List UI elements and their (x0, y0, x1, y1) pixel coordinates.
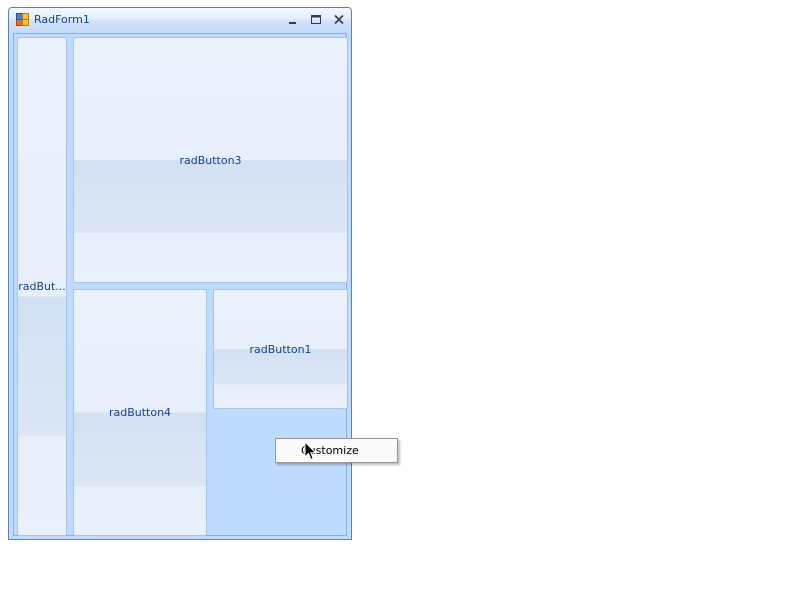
title-bar[interactable]: RadForm1 (9, 8, 351, 31)
rad-button-1[interactable]: radButton1 (213, 289, 348, 409)
rad-button-2[interactable]: radBut... (17, 37, 67, 536)
rad-button-1-label: radButton1 (249, 342, 312, 356)
rad-button-2-label: radBut... (18, 280, 66, 293)
maximize-button[interactable] (308, 12, 324, 26)
menu-item-customize[interactable]: Customize (279, 442, 394, 459)
minimize-button[interactable] (285, 12, 301, 26)
app-icon (16, 13, 29, 26)
rad-button-3[interactable]: radButton3 (73, 37, 348, 283)
maximize-icon (311, 15, 321, 24)
window-title: RadForm1 (34, 13, 90, 26)
rad-button-4[interactable]: radButton4 (73, 289, 207, 536)
minimize-icon (289, 22, 296, 24)
context-menu: Customize (275, 438, 398, 463)
close-button[interactable] (331, 12, 347, 26)
rad-button-4-label: radButton4 (108, 406, 172, 419)
close-icon (334, 14, 344, 25)
arrow-cursor-icon (304, 441, 317, 461)
rad-button-3-label: radButton3 (179, 153, 242, 167)
